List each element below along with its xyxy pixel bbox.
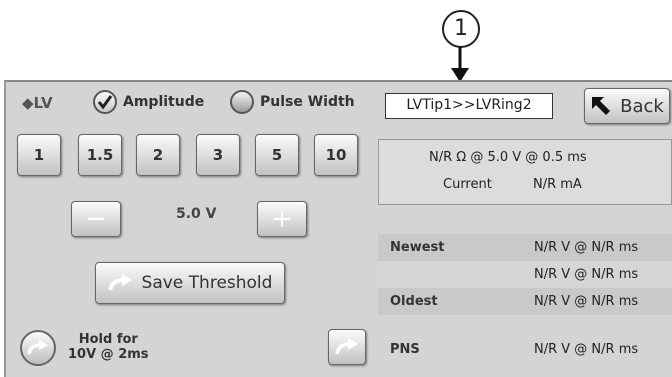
amplitude-label: Amplitude — [123, 94, 205, 110]
callout-arrow-icon — [451, 46, 469, 82]
save-threshold-label: Save Threshold — [141, 273, 273, 293]
amplitude-radio[interactable] — [93, 90, 117, 114]
history-row: Oldest N/R V @ N/R ms — [378, 288, 672, 315]
amplitude-button-3[interactable]: 3 — [196, 134, 240, 176]
voltage-value: 5.0 V — [176, 206, 217, 222]
amplitude-button-2[interactable]: 2 — [136, 134, 180, 176]
amplitude-button-10[interactable]: 10 — [314, 134, 358, 176]
pulse-width-label: Pulse Width — [260, 94, 355, 110]
back-label: Back — [620, 95, 664, 117]
lead-diamond-icon: ◆ — [22, 94, 34, 112]
hold-arrow-icon — [27, 340, 48, 355]
history-row: Newest N/R V @ N/R ms — [378, 234, 672, 261]
pns-button[interactable] — [328, 329, 366, 365]
check-icon — [97, 95, 113, 110]
lead-label: ◆LV — [22, 94, 53, 112]
lead-config-field[interactable]: LVTip1>>LVRing2 — [385, 93, 553, 119]
current-label: Current — [443, 177, 492, 192]
back-button[interactable]: Back — [584, 88, 670, 124]
increase-button[interactable]: + — [257, 201, 307, 237]
pns-row: PNS N/R V @ N/R ms — [378, 336, 672, 363]
measurement-summary: N/R Ω @ 5.0 V @ 0.5 ms Current N/R mA — [378, 139, 672, 205]
save-arrow-icon — [107, 274, 132, 291]
pns-arrow-icon — [335, 338, 358, 355]
current-value: N/R mA — [533, 177, 582, 192]
decrease-button[interactable]: − — [71, 201, 121, 237]
amplitude-button-5[interactable]: 5 — [255, 134, 299, 176]
amplitude-button-1-5[interactable]: 1.5 — [78, 134, 122, 176]
save-threshold-button[interactable]: Save Threshold — [95, 262, 285, 304]
pulse-width-radio[interactable] — [230, 90, 254, 114]
impedance-line: N/R Ω @ 5.0 V @ 0.5 ms — [429, 150, 587, 165]
hold-label: Hold for 10V @ 2ms — [68, 332, 149, 362]
callout-number: 1 — [442, 10, 480, 48]
hold-button[interactable] — [20, 330, 56, 366]
back-arrow-icon — [592, 97, 611, 115]
history-row: N/R V @ N/R ms — [378, 261, 672, 288]
amplitude-button-1[interactable]: 1 — [17, 134, 61, 176]
